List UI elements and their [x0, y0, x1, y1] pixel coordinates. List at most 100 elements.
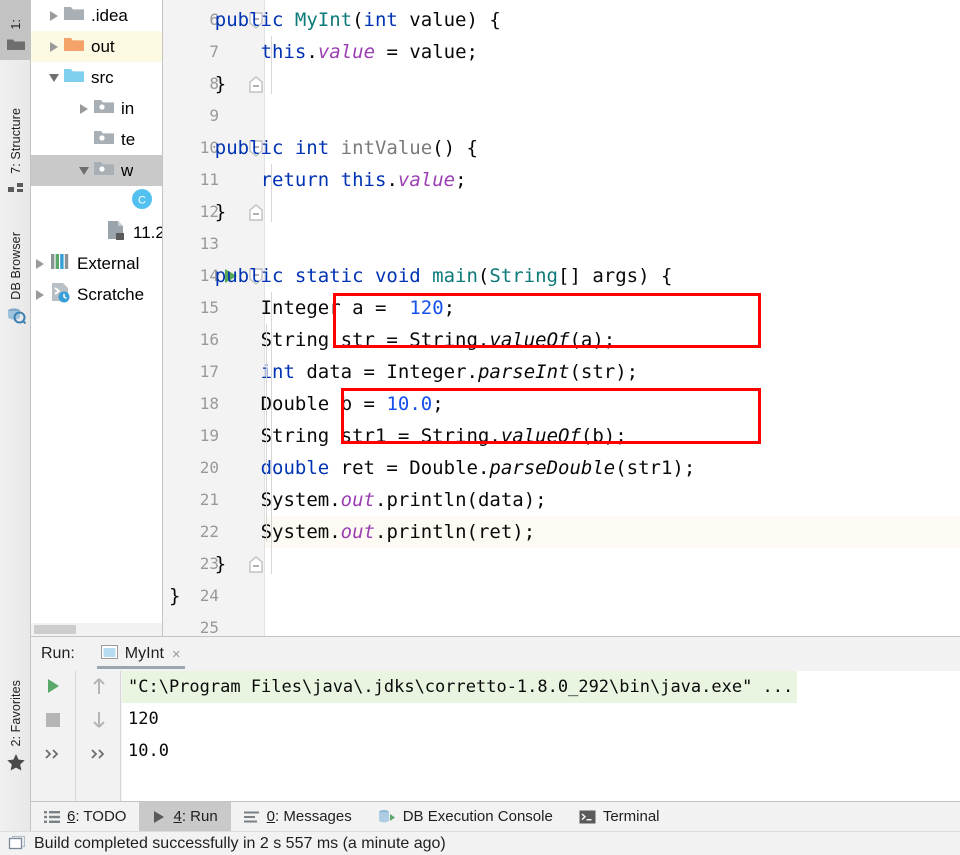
chevrons-icon	[44, 747, 62, 765]
code-line[interactable]: String str = String.valueOf(a);	[261, 324, 616, 356]
stop-button[interactable]	[31, 705, 75, 739]
code-editor[interactable]: 6 7 8 9 10 11 12 13 14 15 16 17 18 19 20 21 22 23 24 25 pub…	[162, 0, 960, 636]
console-output-line: 120	[128, 709, 159, 729]
run-tab-myint[interactable]: MyInt ×	[93, 637, 189, 671]
code-line[interactable]: public int intValue() {	[215, 132, 478, 164]
down-stacktrace-button[interactable]	[77, 705, 121, 739]
tree-item[interactable]: .idea	[31, 0, 162, 31]
run-console-output[interactable]: "C:\Program Files\java\.jdks\corretto-1.…	[122, 671, 960, 802]
tool-tab-db-browser[interactable]: DB Browser	[0, 207, 31, 332]
close-icon[interactable]: ×	[172, 646, 181, 663]
code-token: System.	[260, 489, 341, 511]
chevron-right-icon[interactable]	[75, 103, 93, 114]
code-token: out	[340, 489, 375, 511]
chevron-right-icon[interactable]	[45, 10, 63, 21]
tree-item[interactable]: w	[31, 155, 162, 186]
tree-item[interactable]: in	[31, 93, 162, 124]
chevron-right-icon[interactable]	[45, 41, 63, 52]
bottom-bar-item-label: DB Execution Console	[402, 808, 553, 825]
code-line[interactable]: public static void main(String[] args) {	[215, 260, 673, 292]
chevrons-icon	[90, 747, 108, 765]
tool-tab-structure[interactable]: 7: Structure	[0, 62, 31, 202]
line-number: 22	[199, 522, 219, 541]
chevron-down-icon[interactable]	[75, 166, 93, 175]
code-line[interactable]: System.out.println(data);	[261, 484, 547, 516]
bottom-tool-bar: 6: TODO 4: Run 0: Messages DB Execution Con…	[31, 801, 960, 832]
line-number: 16	[199, 330, 219, 349]
bottom-bar-item-6-todo[interactable]: 6: TODO	[31, 802, 139, 832]
code-token: (str1);	[615, 457, 696, 479]
code-line[interactable]: Double b = 10.0;	[261, 388, 444, 420]
code-line[interactable]: }	[169, 580, 180, 612]
code-line[interactable]: }	[215, 548, 226, 580]
expand-nav-toolbar-button[interactable]	[77, 739, 121, 773]
folder-icon	[63, 35, 85, 58]
code-line[interactable]: return this.value;	[261, 164, 467, 196]
line-number: 20	[199, 458, 219, 477]
arrow-down-icon	[91, 710, 107, 735]
code-token: () {	[432, 137, 478, 159]
up-stacktrace-button[interactable]	[77, 671, 121, 705]
tree-item[interactable]: out	[31, 31, 162, 62]
line-number: 21	[199, 490, 219, 509]
code-token: valueOf	[489, 329, 570, 351]
scratches-icon	[49, 281, 71, 308]
expand-run-toolbar-button[interactable]	[31, 739, 75, 773]
chevron-down-icon[interactable]	[45, 73, 63, 82]
line-number: 6	[209, 10, 219, 29]
fold-marker-icon[interactable]	[247, 196, 265, 228]
indent-guide	[271, 292, 272, 574]
bottom-bar-item-0-messages[interactable]: 0: Messages	[231, 802, 365, 832]
console-window-icon	[100, 644, 118, 664]
tree-item[interactable]: C	[31, 186, 162, 217]
project-hscroll-thumb[interactable]	[34, 625, 76, 634]
tool-tab-project[interactable]: 1:	[0, 0, 31, 60]
fold-marker-icon[interactable]	[247, 548, 265, 580]
code-token: }	[214, 73, 227, 95]
bottom-bar-item-label: 4: Run	[173, 808, 218, 825]
tree-item[interactable]: 11.2	[31, 217, 162, 248]
line-number: 18	[199, 394, 219, 413]
code-token: parseInt	[477, 361, 570, 383]
tree-item[interactable]: te	[31, 124, 162, 155]
tool-tab-project-label: 1:	[8, 19, 23, 30]
code-line[interactable]: this.value = value;	[261, 36, 478, 68]
todo-list-icon	[44, 810, 60, 824]
svg-text:C: C	[138, 195, 146, 207]
tree-item[interactable]: src	[31, 62, 162, 93]
code-token: main	[432, 265, 478, 287]
code-token: 120	[409, 297, 444, 319]
status-message: Build completed successfully in 2 s 557 …	[34, 834, 446, 852]
code-line[interactable]: int data = Integer.parseInt(str);	[261, 356, 639, 388]
code-token: ret = Double.	[329, 457, 490, 479]
package-icon	[93, 159, 115, 182]
project-folder-icon	[6, 36, 26, 57]
code-line[interactable]: double ret = Double.parseDouble(str1);	[261, 452, 696, 484]
code-token: return this	[260, 169, 387, 191]
line-number: 10	[199, 138, 219, 157]
line-number: 13	[199, 234, 219, 253]
code-token: String	[489, 265, 558, 287]
tree-item-label: src	[91, 67, 114, 87]
tool-tab-favorites[interactable]: 2: Favorites	[0, 650, 31, 780]
tree-item[interactable]: External	[31, 248, 162, 279]
left-tool-strip: 1: 7: Structure DB Browser 2: Favorites	[0, 0, 31, 831]
code-line[interactable]: Integer a = 120;	[261, 292, 456, 324]
chevron-right-icon[interactable]	[31, 258, 49, 269]
fold-marker-icon[interactable]	[247, 68, 265, 100]
code-line[interactable]: }	[215, 196, 226, 228]
rerun-button[interactable]	[31, 671, 75, 705]
code-token: ;	[432, 393, 444, 415]
code-line[interactable]: }	[215, 68, 226, 100]
project-tree-panel[interactable]: .idea out src in te w C 11.2 External Scratche	[31, 0, 162, 625]
bottom-bar-item-terminal[interactable]: Terminal	[566, 802, 673, 832]
code-line[interactable]: System.out.println(ret);	[261, 516, 536, 548]
tree-item-label: 11.2	[133, 222, 162, 242]
chevron-right-icon[interactable]	[31, 289, 49, 300]
code-token: int	[363, 9, 398, 31]
code-line[interactable]: String str1 = String.valueOf(b);	[261, 420, 627, 452]
bottom-bar-item-4-run[interactable]: 4: Run	[139, 801, 231, 832]
bottom-bar-item-db-execution-console[interactable]: DB Execution Console	[365, 802, 566, 832]
tree-item[interactable]: Scratche	[31, 279, 162, 310]
code-line[interactable]: public MyInt(int value) {	[215, 4, 501, 36]
